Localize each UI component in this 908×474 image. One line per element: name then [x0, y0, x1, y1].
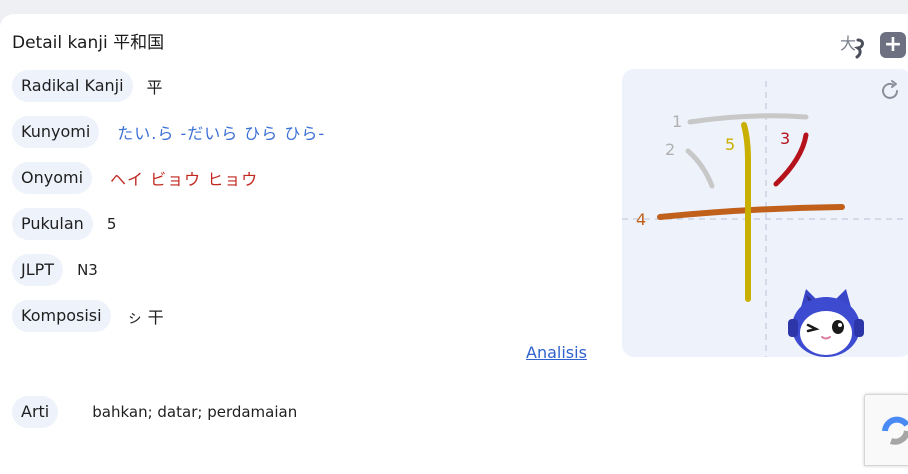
label-radikal: Radikal Kanji — [12, 70, 133, 102]
value-radikal: 平 — [146, 78, 163, 97]
label-komposisi: Komposisi — [12, 300, 111, 332]
row-arti: Arti bahkan; datar; perdamaian — [12, 396, 297, 428]
stroke-number-3: 3 — [780, 129, 790, 148]
voice-icon[interactable]: 大 — [838, 30, 868, 60]
row-komposisi: Komposisi ㇱ 干 — [12, 300, 164, 332]
add-icon[interactable]: + — [880, 32, 906, 58]
label-arti: Arti — [12, 396, 59, 428]
value-arti: bahkan; datar; perdamaian — [92, 403, 298, 421]
page-title: Detail kanji 平和国 — [12, 33, 165, 53]
row-pukulan: Pukulan 5 — [12, 208, 116, 240]
value-komposisi[interactable]: ㇱ 干 — [127, 304, 164, 328]
stroke-order-panel[interactable]: 1 2 3 4 5 — [622, 69, 908, 357]
stroke-number-1: 1 — [672, 112, 682, 131]
row-jlpt: JLPT N3 — [12, 254, 98, 286]
label-kunyomi: Kunyomi — [12, 116, 100, 148]
value-onyomi[interactable]: ヘイ ビョウ ヒョウ — [110, 166, 258, 190]
value-pukulan: 5 — [106, 215, 117, 233]
analisis-link[interactable]: Analisis — [526, 343, 587, 362]
value-kunyomi[interactable]: たい.ら -だいら ひら ひら- — [117, 120, 325, 144]
recaptcha-badge[interactable] — [864, 394, 908, 466]
stroke-number-5: 5 — [725, 135, 735, 154]
refresh-icon[interactable] — [878, 79, 902, 103]
stroke-number-2: 2 — [665, 140, 675, 159]
voice-glyph: 大 — [840, 34, 856, 53]
recaptcha-icon — [882, 416, 908, 445]
label-jlpt: JLPT — [12, 254, 64, 286]
label-onyomi: Onyomi — [12, 162, 93, 194]
stroke-number-4: 4 — [636, 210, 646, 229]
stroke-2 — [685, 148, 715, 189]
kanji-detail-card: Detail kanji 平和国 大 + Radikal Kanji 平 Kun… — [0, 14, 908, 474]
row-onyomi: Onyomi ヘイ ビョウ ヒョウ — [12, 162, 258, 194]
label-pukulan: Pukulan — [12, 208, 93, 240]
row-radikal: Radikal Kanji 平 — [12, 70, 163, 102]
mascot-robot-icon[interactable] — [786, 285, 866, 361]
row-kunyomi: Kunyomi たい.ら -だいら ひら ひら- — [12, 116, 325, 148]
value-jlpt: N3 — [77, 261, 98, 279]
stroke-1 — [687, 113, 809, 125]
top-actions: 大 + — [838, 30, 906, 60]
